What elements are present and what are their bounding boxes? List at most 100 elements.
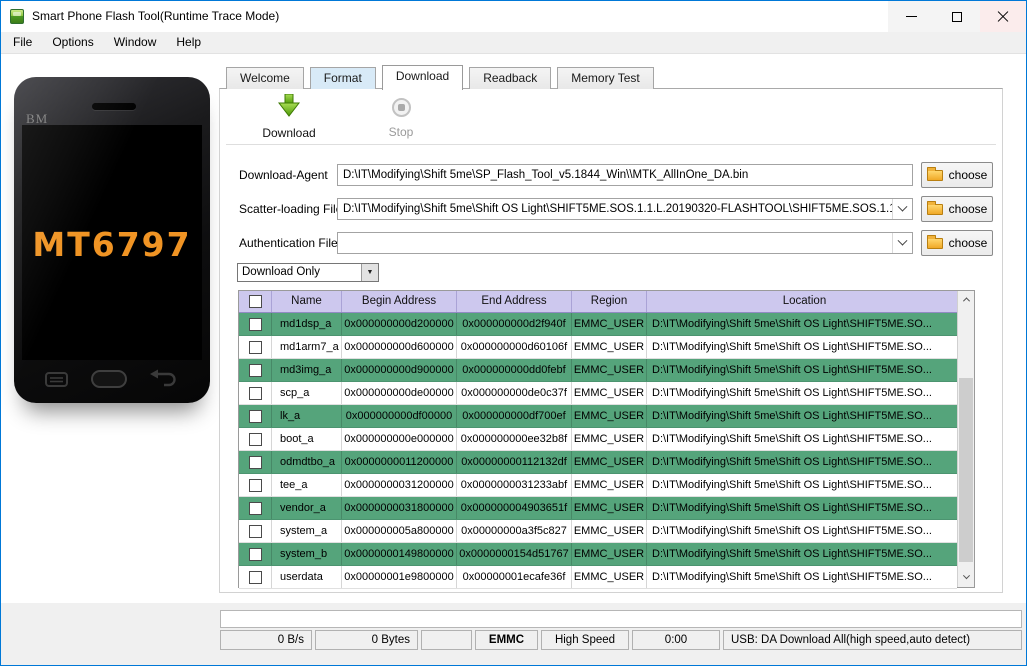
row-checkbox[interactable] (249, 571, 262, 584)
tab-download[interactable]: Download (382, 65, 463, 90)
chevron-down-icon (898, 235, 908, 245)
download-agent-input[interactable] (337, 164, 913, 186)
table-row[interactable]: md1arm7_a0x000000000d6000000x000000000d6… (239, 336, 957, 359)
menu-help[interactable]: Help (166, 32, 211, 53)
scatter-file-label: Scatter-loading File (239, 198, 342, 220)
row-checkbox[interactable] (249, 525, 262, 538)
row-checkbox[interactable] (249, 364, 262, 377)
row-select-cell (239, 566, 272, 588)
partition-name: vendor_a (272, 497, 342, 519)
location: D:\IT\Modifying\Shift 5me\Shift OS Light… (647, 359, 957, 381)
col-location[interactable]: Location (647, 291, 957, 312)
row-checkbox[interactable] (249, 410, 262, 423)
row-select-cell (239, 359, 272, 381)
table-row[interactable]: md3img_a0x000000000d9000000x000000000dd0… (239, 359, 957, 382)
download-agent-label: Download-Agent (239, 164, 328, 186)
tab-readback[interactable]: Readback (469, 67, 551, 89)
col-end-address[interactable]: End Address (457, 291, 572, 312)
begin-address: 0x0000000031200000 (342, 474, 457, 496)
begin-address: 0x000000000d600000 (342, 336, 457, 358)
download-arrow-icon (276, 94, 302, 118)
combo-dropdown-button[interactable] (892, 199, 912, 219)
auth-file-combobox[interactable] (337, 232, 913, 254)
row-checkbox[interactable] (249, 502, 262, 515)
select-dropdown-button[interactable]: ▼ (361, 264, 378, 281)
minimize-icon (906, 16, 917, 17)
partition-name: md1dsp_a (272, 313, 342, 335)
menu-options[interactable]: Options (42, 32, 103, 53)
tab-welcome[interactable]: Welcome (226, 67, 304, 89)
close-button[interactable] (980, 1, 1026, 32)
row-checkbox[interactable] (249, 318, 262, 331)
window-title: Smart Phone Flash Tool(Runtime Trace Mod… (32, 9, 279, 23)
partition-name: tee_a (272, 474, 342, 496)
col-name[interactable]: Name (272, 291, 342, 312)
select-all-checkbox[interactable] (249, 295, 262, 308)
auth-file-choose-button[interactable]: choose (921, 230, 993, 256)
download-mode-select[interactable]: Download Only ▼ (237, 263, 379, 282)
menu-file[interactable]: File (3, 32, 42, 53)
location: D:\IT\Modifying\Shift 5me\Shift OS Light… (647, 313, 957, 335)
row-select-cell (239, 451, 272, 473)
storage-type: EMMC (475, 630, 538, 650)
begin-address: 0x0000000011200000 (342, 451, 457, 473)
row-checkbox[interactable] (249, 456, 262, 469)
phone-navbar (14, 367, 210, 391)
table-scrollbar[interactable] (957, 291, 974, 587)
download-agent-choose-button[interactable]: choose (921, 162, 993, 188)
partition-name: md3img_a (272, 359, 342, 381)
table-row[interactable]: vendor_a0x00000000318000000x000000004903… (239, 497, 957, 520)
table-row[interactable]: userdata0x00000001e98000000x00000001ecaf… (239, 566, 957, 589)
menu-window[interactable]: Window (104, 32, 167, 53)
back-icon (148, 369, 180, 389)
begin-address: 0x000000005a800000 (342, 520, 457, 542)
toolbar: Download Stop (226, 89, 996, 145)
scroll-down-button[interactable] (958, 570, 974, 587)
row-select-cell (239, 497, 272, 519)
tab-bar: Welcome Format Download Readback Memory … (226, 64, 654, 89)
table-row[interactable]: system_b0x00000001498000000x0000000154d5… (239, 543, 957, 566)
table-row[interactable]: scp_a0x000000000de000000x000000000de0c37… (239, 382, 957, 405)
col-begin-address[interactable]: Begin Address (342, 291, 457, 312)
select-all-cell (239, 291, 272, 312)
minimize-button[interactable] (888, 1, 934, 32)
chevron-down-icon (898, 201, 908, 211)
row-checkbox[interactable] (249, 341, 262, 354)
table-row[interactable]: system_a0x000000005a8000000x00000000a3f5… (239, 520, 957, 543)
stop-button[interactable]: Stop (366, 94, 436, 139)
partition-name: system_a (272, 520, 342, 542)
region: EMMC_USER (572, 336, 647, 358)
table-row[interactable]: tee_a0x00000000312000000x0000000031233ab… (239, 474, 957, 497)
table-row[interactable]: odmdtbo_a0x00000000112000000x00000000112… (239, 451, 957, 474)
tab-memory-test[interactable]: Memory Test (557, 67, 653, 89)
row-checkbox[interactable] (249, 387, 262, 400)
row-checkbox[interactable] (249, 433, 262, 446)
row-checkbox[interactable] (249, 479, 262, 492)
scroll-up-button[interactable] (958, 291, 974, 308)
combo-dropdown-button[interactable] (892, 233, 912, 253)
choose-button-label: choose (949, 236, 988, 250)
maximize-button[interactable] (934, 1, 980, 32)
table-row[interactable]: md1dsp_a0x000000000d2000000x000000000d2f… (239, 313, 957, 336)
download-button[interactable]: Download (254, 94, 324, 140)
region: EMMC_USER (572, 382, 647, 404)
menu-bar: File Options Window Help (1, 32, 1026, 54)
auth-file-value (338, 233, 892, 253)
scrollbar-thumb[interactable] (959, 378, 973, 562)
end-address: 0x000000000dd0febf (457, 359, 572, 381)
scatter-file-combobox[interactable]: D:\IT\Modifying\Shift 5me\Shift OS Light… (337, 198, 913, 220)
title-bar[interactable]: Smart Phone Flash Tool(Runtime Trace Mod… (1, 1, 1026, 32)
row-checkbox[interactable] (249, 548, 262, 561)
table-row[interactable]: boot_a0x000000000e0000000x000000000ee32b… (239, 428, 957, 451)
phone-brand-label: BM (26, 111, 48, 127)
row-select-cell (239, 405, 272, 427)
col-region[interactable]: Region (572, 291, 647, 312)
phone-image: BM MT6797 (14, 77, 210, 403)
table-row[interactable]: lk_a0x000000000df000000x000000000df700ef… (239, 405, 957, 428)
download-speed: 0 B/s (220, 630, 312, 650)
app-icon (10, 9, 24, 24)
scatter-file-choose-button[interactable]: choose (921, 196, 993, 222)
tab-format[interactable]: Format (310, 67, 376, 89)
row-select-cell (239, 543, 272, 565)
location: D:\IT\Modifying\Shift 5me\Shift OS Light… (647, 428, 957, 450)
